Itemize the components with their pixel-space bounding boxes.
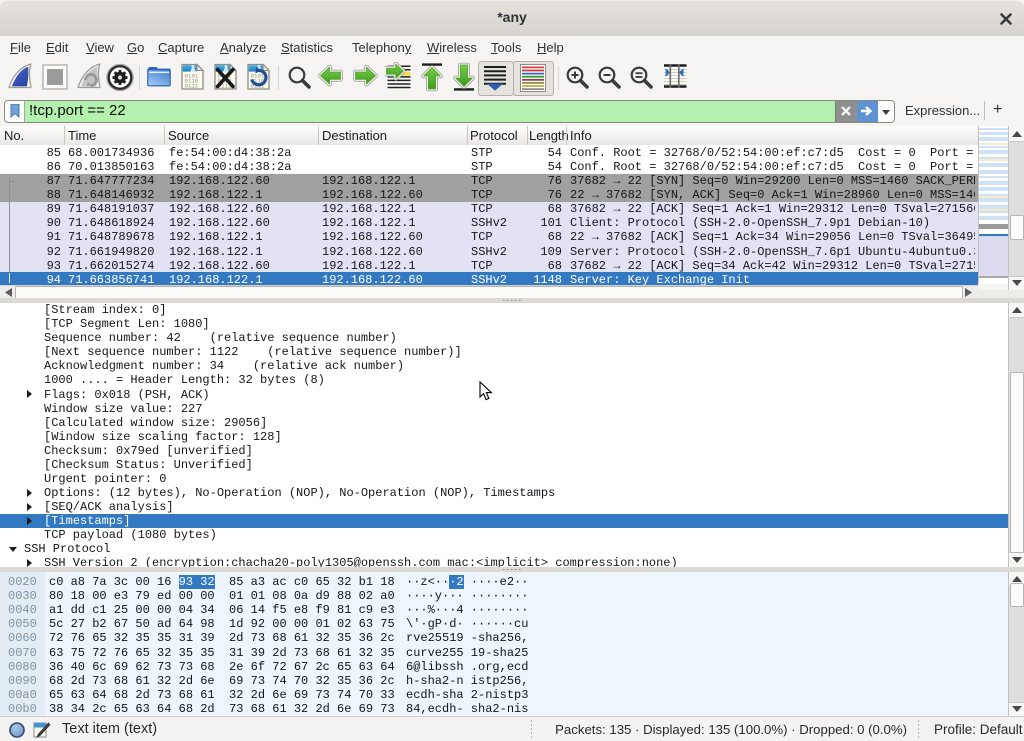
- svg-text:0111: 0111: [185, 83, 199, 90]
